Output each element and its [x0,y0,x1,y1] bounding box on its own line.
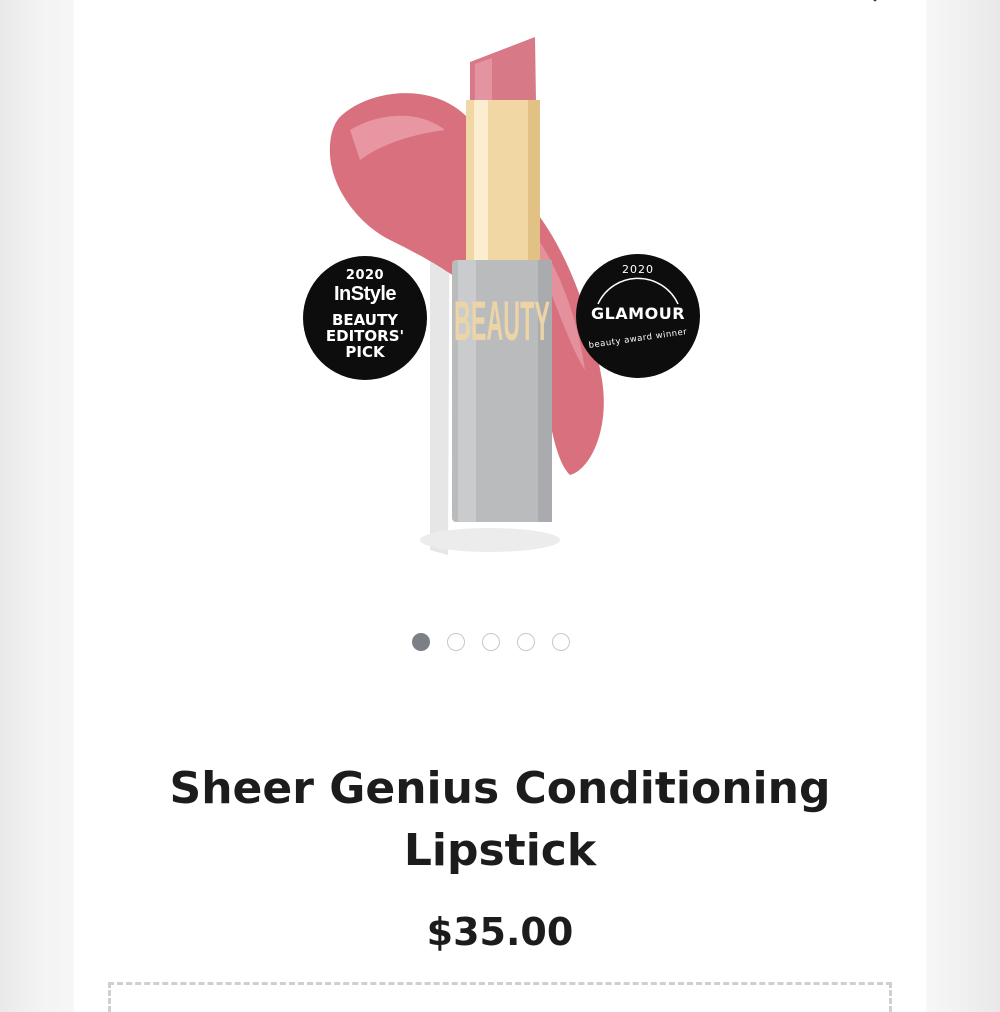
glamour-badge-year: 2020 [622,263,654,276]
carousel-dot-5[interactable] [552,633,570,651]
tube-brand-text: BEAUTY [454,289,550,352]
instyle-badge-line1: BEAUTY [331,311,399,329]
chevron-down-icon[interactable] [862,0,888,10]
glamour-badge-name: GLAMOUR [590,304,686,323]
product-title: Sheer Genius Conditioning Lipstick [100,758,900,882]
instyle-badge-line3: PICK [345,343,385,361]
carousel-dot-2[interactable] [447,633,465,651]
floor-shadow [420,528,560,552]
dashed-section-border [108,982,892,1012]
carousel-dot-3[interactable] [482,633,500,651]
carousel-dot-1[interactable] [412,633,430,651]
glamour-badge: 2020 GLAMOUR beauty award winner [576,254,700,378]
carousel-dot-4[interactable] [517,633,535,651]
instyle-badge-brand: InStyle [333,283,397,305]
product-price: $35.00 [426,910,574,954]
tube-gold-shine [474,100,488,275]
instyle-badge-year: 2020 [345,268,385,283]
tube-gold-edge [528,100,540,275]
instyle-badge-line2: EDITORS' [325,327,405,345]
product-title-line2: Lipstick [403,825,597,876]
product-title-line1: Sheer Genius Conditioning [169,763,831,814]
carousel-dots [412,633,570,655]
instyle-badge: 2020 InStyle BEAUTY EDITORS' PICK [303,256,427,380]
